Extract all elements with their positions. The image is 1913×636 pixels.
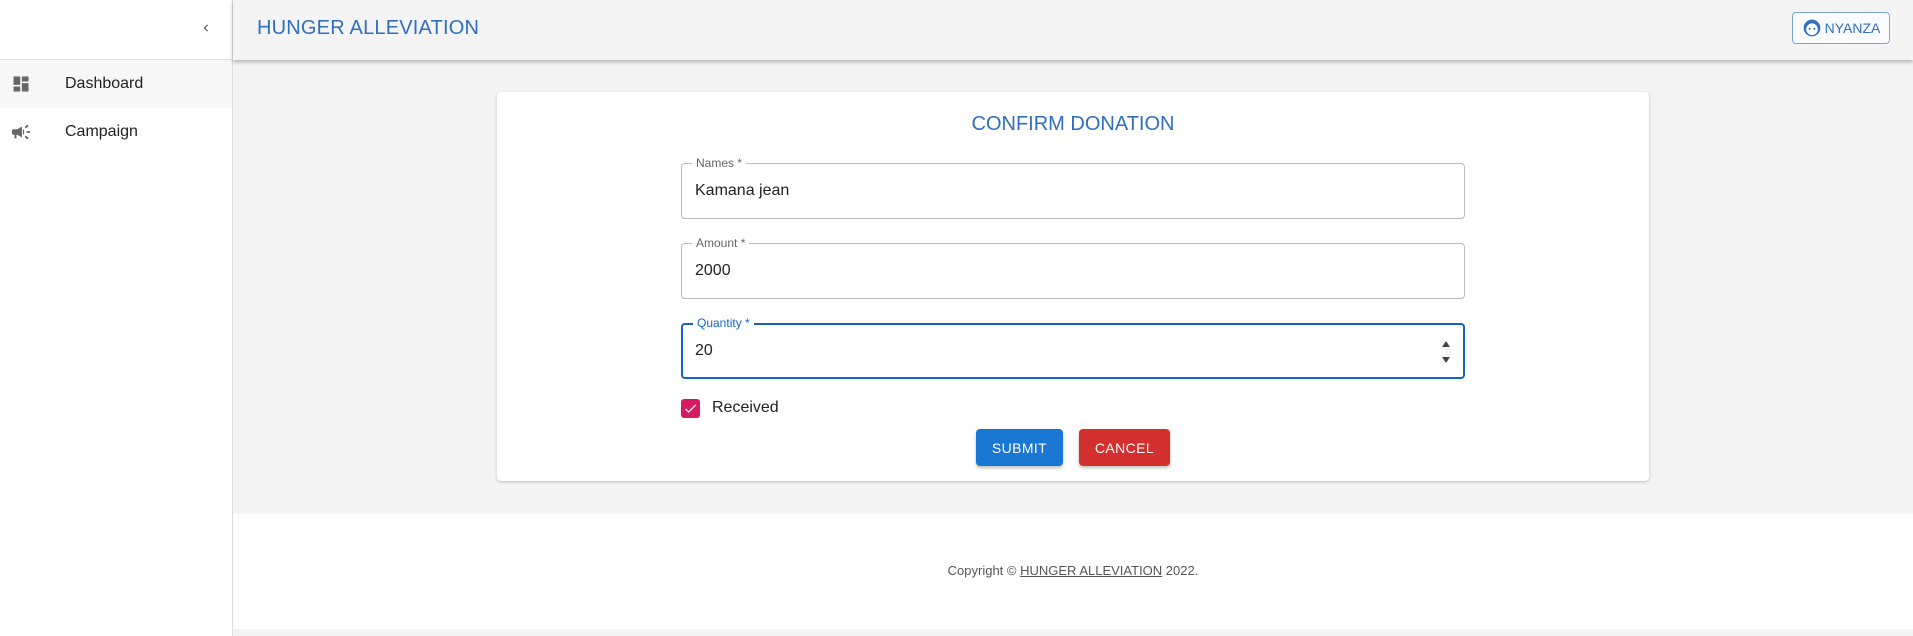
received-label: Received [712, 399, 779, 416]
sidebar: Dashboard Campaign [0, 0, 233, 636]
copyright-text: Copyright © HUNGER ALLEVIATION 2022. [233, 563, 1913, 578]
form-title: CONFIRM DONATION [971, 113, 1175, 135]
copyright-link[interactable]: HUNGER ALLEVIATION [1020, 563, 1162, 578]
amount-field: Amount * [681, 236, 1465, 299]
sidebar-header [0, 0, 232, 60]
stepper-up-icon [1442, 341, 1450, 347]
submit-button[interactable]: SUBMIT [976, 429, 1063, 466]
sidebar-item-label: Dashboard [65, 75, 144, 92]
user-menu-button[interactable]: NYANZA [1792, 12, 1890, 44]
quantity-input[interactable] [695, 325, 1435, 377]
footer: Copyright © HUNGER ALLEVIATION 2022. [233, 514, 1913, 629]
copyright-prefix: Copyright © [947, 563, 1021, 578]
quantity-field: Quantity * [681, 316, 1465, 379]
app-bar: HUNGER ALLEVIATION NYANZA [233, 0, 1913, 60]
cancel-button[interactable]: CANCEL [1079, 429, 1170, 466]
names-field: Names * [681, 156, 1465, 219]
confirm-donation-card: CONFIRM DONATION Names * Amount * Quanti… [497, 92, 1649, 481]
sidebar-item-label: Campaign [65, 123, 138, 140]
user-name-label: NYANZA [1824, 20, 1881, 36]
copyright-suffix: 2022. [1162, 563, 1199, 578]
sidebar-item-campaign[interactable]: Campaign [0, 108, 232, 156]
chevron-left-icon [203, 24, 208, 32]
collapse-sidebar-button[interactable] [192, 14, 220, 42]
names-input[interactable] [695, 164, 1435, 218]
dashboard-icon [10, 73, 32, 95]
received-checkbox[interactable] [681, 398, 700, 418]
received-row: Received [681, 397, 779, 419]
campaign-icon [10, 121, 32, 143]
quantity-stepper[interactable] [1441, 341, 1451, 363]
checkmark-icon [685, 404, 697, 413]
amount-input[interactable] [695, 244, 1435, 298]
stepper-down-icon [1442, 357, 1450, 363]
sidebar-item-dashboard[interactable]: Dashboard [0, 60, 232, 108]
face-icon [1803, 19, 1820, 37]
app-title: HUNGER ALLEVIATION [257, 17, 480, 39]
